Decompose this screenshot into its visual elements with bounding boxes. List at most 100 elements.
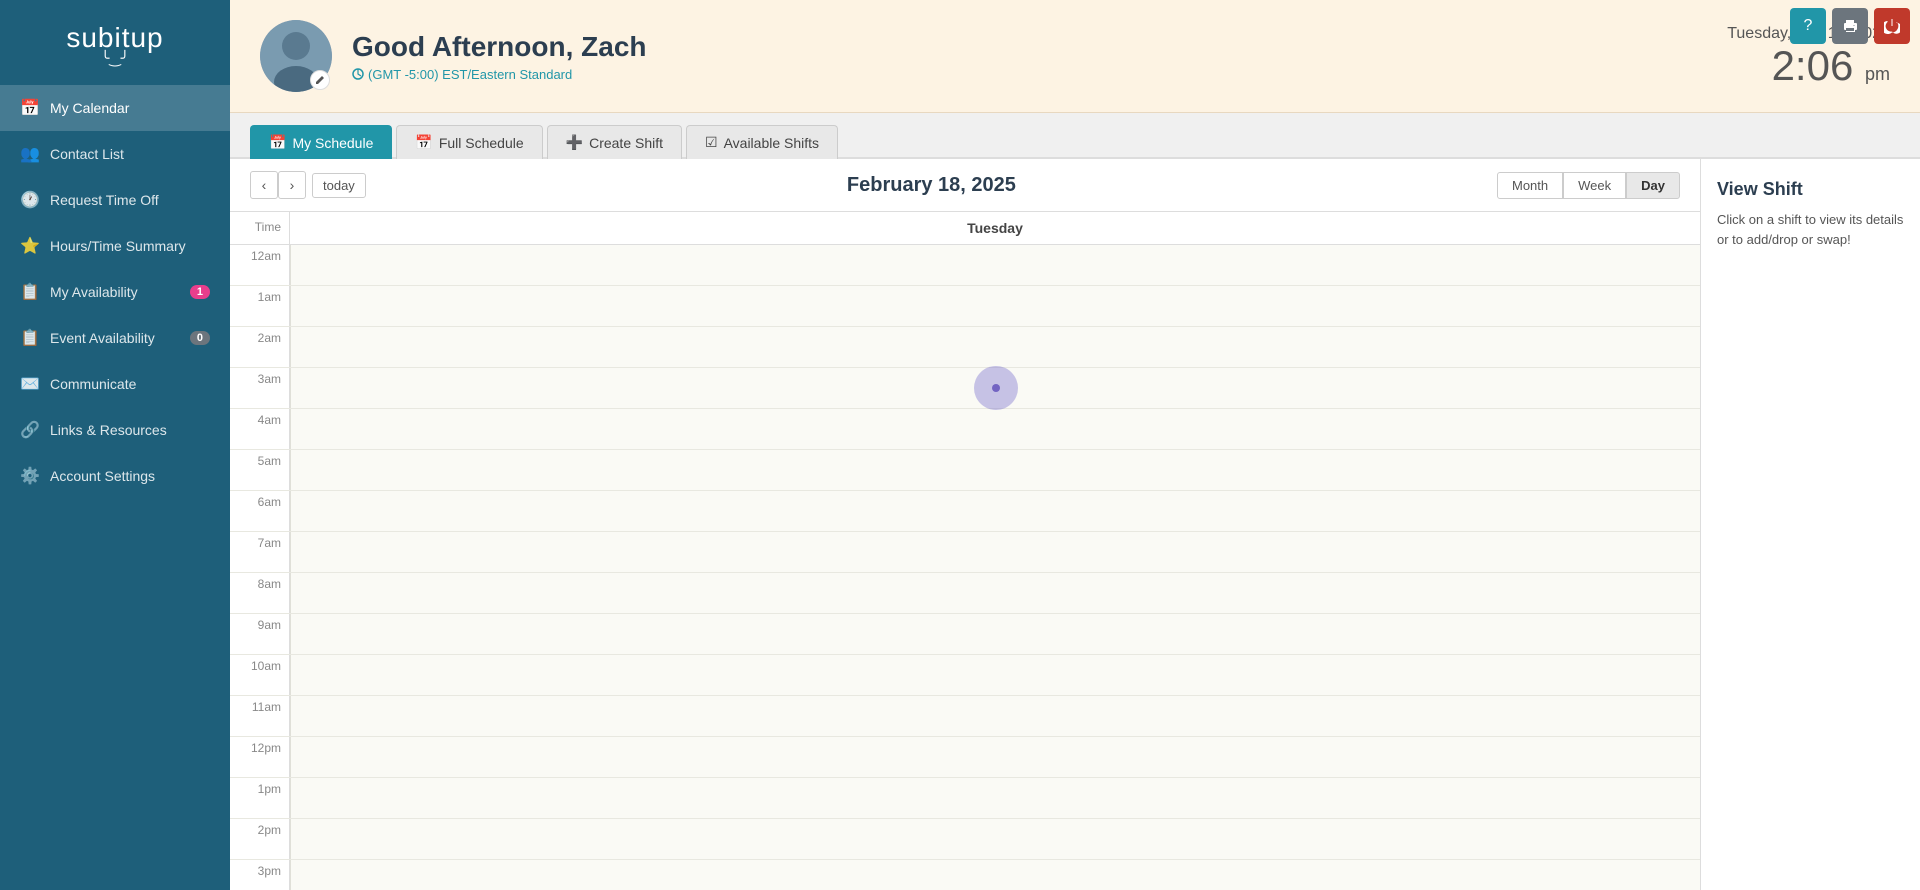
time-row-8am: 8am — [230, 573, 1700, 614]
account-settings-icon: ⚙️ — [20, 466, 38, 486]
sidebar-item-communicate[interactable]: ✉️Communicate — [0, 361, 230, 407]
tab-bar: 📅 My Schedule 📅 Full Schedule ➕ Create S… — [230, 113, 1920, 159]
event-availability-icon: 📋 — [20, 328, 38, 348]
time-display: 2:06 pm — [1727, 45, 1890, 87]
calendar-grid[interactable]: Time Tuesday 12am1am2am3am4am5am6am7am8a… — [230, 212, 1700, 890]
time-row-3pm: 3pm — [230, 860, 1700, 890]
sidebar-nav: 📅My Calendar👥Contact List🕐Request Time O… — [0, 85, 230, 890]
greeting-block: Good Afternoon, Zach (GMT -5:00) EST/Eas… — [352, 31, 1727, 82]
sidebar-item-my-calendar[interactable]: 📅My Calendar — [0, 85, 230, 131]
tab-full-schedule[interactable]: 📅 Full Schedule — [396, 125, 542, 159]
time-cell-12pm[interactable] — [290, 737, 1700, 777]
sidebar-item-request-time-off[interactable]: 🕐Request Time Off — [0, 177, 230, 223]
sidebar-item-hours-time-summary[interactable]: ⭐ Hours/Time Summary — [0, 223, 230, 269]
my-schedule-icon: 📅 — [269, 134, 286, 151]
time-row-5am: 5am — [230, 450, 1700, 491]
time-label-2am: 2am — [230, 327, 290, 367]
my-availability-icon: 📋 — [20, 282, 38, 302]
time-cell-8am[interactable] — [290, 573, 1700, 613]
time-cell-7am[interactable] — [290, 532, 1700, 572]
time-label-1pm: 1pm — [230, 778, 290, 818]
avatar-edit-btn[interactable] — [310, 70, 330, 90]
tab-create-shift[interactable]: ➕ Create Shift — [547, 125, 682, 159]
time-row-9am: 9am — [230, 614, 1700, 655]
sidebar-item-contact-list[interactable]: 👥Contact List — [0, 131, 230, 177]
time-row-1pm: 1pm — [230, 778, 1700, 819]
time-label-4am: 4am — [230, 409, 290, 449]
sidebar-label-links-resources: Links & Resources — [50, 422, 167, 438]
time-label-12pm: 12pm — [230, 737, 290, 777]
time-label-1am: 1am — [230, 286, 290, 326]
tab-my-schedule[interactable]: 📅 My Schedule — [250, 125, 392, 159]
calendar-area: ‹ › today February 18, 2025 Month Week D… — [230, 159, 1920, 890]
logo-smile: ╰‿╯ — [20, 50, 210, 67]
hours-time-summary-icon: ⭐ — [20, 236, 38, 256]
time-cell-1pm[interactable] — [290, 778, 1700, 818]
day-column-header: Tuesday — [290, 212, 1700, 244]
time-cell-9am[interactable] — [290, 614, 1700, 654]
sidebar-item-my-availability[interactable]: 📋 My Availability 1 — [0, 269, 230, 315]
sidebar-label-communicate: Communicate — [50, 376, 136, 392]
sidebar-logo: subitup ╰‿╯ — [0, 0, 230, 85]
my-calendar-icon: 📅 — [20, 98, 38, 118]
ampm-label: pm — [1865, 64, 1890, 84]
timezone-link[interactable]: (GMT -5:00) EST/Eastern Standard — [352, 67, 1727, 82]
time-row-6am: 6am — [230, 491, 1700, 532]
time-label-7am: 7am — [230, 532, 290, 572]
power-icon-btn[interactable] — [1874, 8, 1910, 44]
badge-event-availability: 0 — [190, 331, 210, 345]
view-toggle: Month Week Day — [1497, 172, 1680, 199]
badge-my-availability: 1 — [190, 285, 210, 299]
time-row-4am: 4am — [230, 409, 1700, 450]
time-label-3am: 3am — [230, 368, 290, 408]
available-shifts-icon: ☑ — [705, 134, 718, 151]
time-row-3am: 3am — [230, 368, 1700, 409]
sidebar-label-account-settings: Account Settings — [50, 468, 155, 484]
calendar-nav: ‹ › today February 18, 2025 Month Week D… — [230, 159, 1700, 212]
time-label-2pm: 2pm — [230, 819, 290, 859]
month-view-btn[interactable]: Month — [1497, 172, 1563, 199]
day-view-btn[interactable]: Day — [1626, 172, 1680, 199]
time-cell-3pm[interactable] — [290, 860, 1700, 890]
calendar-header-row: Time Tuesday — [230, 212, 1700, 245]
time-label-9am: 9am — [230, 614, 290, 654]
view-shift-title: View Shift — [1717, 179, 1904, 200]
time-cell-4am[interactable] — [290, 409, 1700, 449]
today-btn[interactable]: today — [312, 173, 366, 198]
time-cell-12am[interactable] — [290, 245, 1700, 285]
time-cell-2am[interactable] — [290, 327, 1700, 367]
request-time-off-icon: 🕐 — [20, 190, 38, 210]
avatar-container — [260, 20, 332, 92]
prev-btn[interactable]: ‹ — [250, 171, 278, 199]
time-cell-10am[interactable] — [290, 655, 1700, 695]
sidebar-item-event-availability[interactable]: 📋Event Availability0 — [0, 315, 230, 361]
sidebar: subitup ╰‿╯ 📅My Calendar👥Contact List🕐Re… — [0, 0, 230, 890]
time-cell-11am[interactable] — [290, 696, 1700, 736]
cursor-indicator — [974, 366, 1018, 410]
week-view-btn[interactable]: Week — [1563, 172, 1626, 199]
time-cell-2pm[interactable] — [290, 819, 1700, 859]
time-row-12am: 12am — [230, 245, 1700, 286]
time-cell-3am[interactable] — [290, 368, 1700, 408]
help-icon-btn[interactable]: ? — [1790, 8, 1826, 44]
time-column-header: Time — [230, 212, 290, 244]
sidebar-label-my-availability: My Availability — [50, 284, 138, 300]
sidebar-item-links-resources[interactable]: 🔗Links & Resources — [0, 407, 230, 453]
time-cell-5am[interactable] — [290, 450, 1700, 490]
time-label-3pm: 3pm — [230, 860, 290, 890]
tab-available-shifts[interactable]: ☑ Available Shifts — [686, 125, 838, 159]
timezone-text: (GMT -5:00) EST/Eastern Standard — [368, 67, 572, 82]
right-panel: View Shift Click on a shift to view its … — [1700, 159, 1920, 890]
sidebar-label-hours-time-summary: Hours/Time Summary — [50, 238, 186, 254]
sidebar-item-account-settings[interactable]: ⚙️ Account Settings — [0, 453, 230, 499]
print-icon-btn[interactable] — [1832, 8, 1868, 44]
time-value: 2:06 — [1772, 42, 1854, 89]
cursor-dot — [992, 384, 1000, 392]
time-cell-1am[interactable] — [290, 286, 1700, 326]
time-row-2pm: 2pm — [230, 819, 1700, 860]
next-btn[interactable]: › — [278, 171, 306, 199]
time-cell-6am[interactable] — [290, 491, 1700, 531]
sidebar-label-contact-list: Contact List — [50, 146, 124, 162]
logo-text: subitup — [66, 22, 163, 53]
time-label-11am: 11am — [230, 696, 290, 736]
